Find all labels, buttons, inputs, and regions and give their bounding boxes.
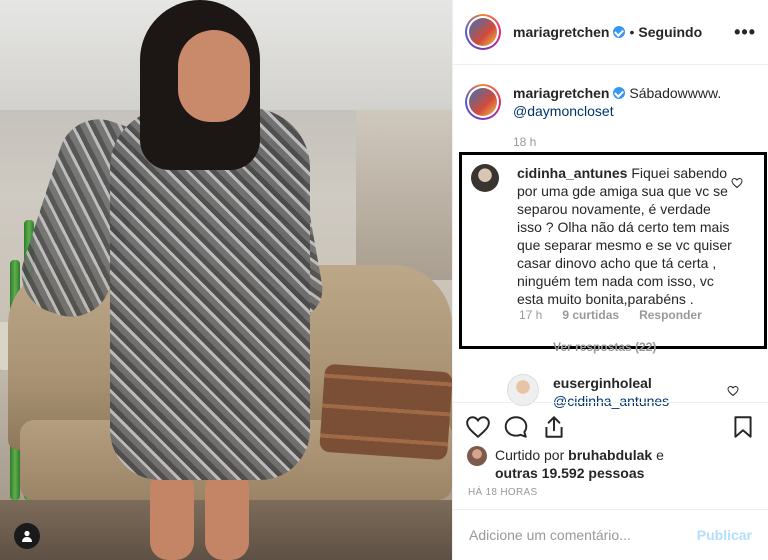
- post-username[interactable]: mariagretchen: [513, 24, 609, 40]
- person-leg: [150, 470, 194, 560]
- heart-icon: [466, 416, 490, 439]
- bookmark-icon: [734, 416, 752, 438]
- actions-divider: [453, 402, 768, 403]
- likes-summary: Curtido por bruhabdulak e outras 19.592 …: [467, 446, 756, 482]
- striped-pillow: [319, 363, 452, 461]
- comment-like-heart-icon[interactable]: [731, 177, 743, 189]
- add-comment-bar: Publicar: [453, 509, 768, 560]
- separator-dot: •: [629, 24, 635, 40]
- header-divider: [453, 64, 768, 65]
- avatar[interactable]: [467, 446, 487, 466]
- comment-button[interactable]: [503, 414, 529, 440]
- comment-likes-count[interactable]: 9 curtidas: [562, 308, 619, 322]
- comment-item: euserginholeal @cidinha_antunes: [507, 374, 669, 410]
- like-button[interactable]: [465, 414, 491, 440]
- comment-time[interactable]: 17 h: [519, 308, 542, 322]
- comment-username[interactable]: cidinha_antunes: [517, 165, 627, 181]
- caption-mention-link[interactable]: @daymoncloset: [513, 103, 614, 119]
- avatar[interactable]: [471, 164, 499, 192]
- verified-badge-icon: [613, 26, 626, 38]
- more-options-icon[interactable]: •••: [734, 22, 756, 43]
- comment-text: Fiquei sabendo por uma gde amiga sua que…: [517, 165, 732, 307]
- save-button[interactable]: [730, 414, 756, 440]
- likes-connector: e: [656, 447, 664, 463]
- share-icon: [545, 416, 563, 438]
- person-leg: [205, 470, 249, 560]
- post-photo[interactable]: [0, 0, 452, 560]
- likes-first-user[interactable]: bruhabdulak: [568, 447, 652, 463]
- caption-text: Sábadowwww.: [629, 85, 722, 101]
- avatar[interactable]: [465, 14, 501, 50]
- verified-badge-icon: [613, 87, 626, 99]
- comment-icon: [504, 416, 528, 438]
- comment-meta: 17 h 9 curtidas Responder: [519, 308, 702, 322]
- post-side-panel: mariagretchen • Seguindo ••• mariagretch…: [452, 0, 768, 560]
- comment-input[interactable]: [469, 527, 697, 543]
- comment-mention-link[interactable]: @cidinha_antunes: [553, 393, 669, 409]
- comment-like-heart-icon[interactable]: [727, 385, 739, 397]
- following-button[interactable]: Seguindo: [638, 24, 702, 40]
- post-caption: mariagretchen Sábadowwww. @daymoncloset …: [465, 84, 756, 151]
- likes-prefix: Curtido por: [495, 447, 565, 463]
- avatar[interactable]: [465, 84, 501, 120]
- reply-button[interactable]: Responder: [639, 308, 702, 322]
- highlighted-comment: cidinha_antunes Fiquei sabendo por uma g…: [459, 152, 767, 349]
- background-mirror: [356, 110, 452, 280]
- post-header: mariagretchen • Seguindo •••: [465, 12, 756, 52]
- caption-username[interactable]: mariagretchen: [513, 85, 609, 101]
- caption-time[interactable]: 18 h: [513, 135, 536, 149]
- likes-others-link[interactable]: outras 19.592 pessoas: [495, 465, 644, 481]
- comment-username[interactable]: euserginholeal: [553, 375, 652, 391]
- post-timestamp[interactable]: HÁ 18 HORAS: [468, 487, 537, 498]
- publish-button[interactable]: Publicar: [697, 527, 752, 543]
- user-tag-icon: [22, 530, 32, 542]
- share-button[interactable]: [541, 414, 567, 440]
- user-tag-button[interactable]: [14, 523, 40, 549]
- person-face: [178, 30, 250, 122]
- post-actions: [465, 410, 756, 444]
- view-replies-link[interactable]: Ver respostas (22): [553, 340, 656, 354]
